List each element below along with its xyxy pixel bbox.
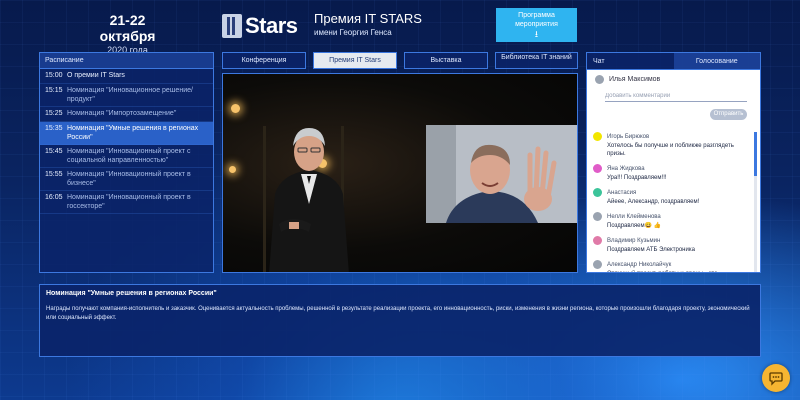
message-author: Анастасия [593, 188, 750, 197]
avatar [593, 260, 602, 269]
author-name: Владимир Кузьмин [607, 237, 661, 244]
schedule-item[interactable]: 15:35 Номинация "Умные решения в регионах… [40, 122, 213, 145]
host-figure [263, 126, 349, 272]
schedule-item[interactable]: 15:25 Номинация "Импортозамещение" [40, 107, 213, 122]
tab-voting[interactable]: Голосование [673, 53, 760, 70]
message-text: Хотелось бы получше и побликже разглядет… [607, 143, 734, 157]
author-name: Анастасия [607, 189, 637, 196]
avatar [593, 132, 602, 141]
chat-tabs: Чат Голосование [587, 53, 760, 70]
avatar [593, 188, 602, 197]
download-icon: ⭳ [534, 29, 539, 39]
schedule-title: Номинация "Инновационное решение/ продук… [67, 87, 193, 103]
schedule-item[interactable]: 15:15 Номинация "Инновационное решение/ п… [40, 84, 213, 107]
schedule-time: 15:15 [45, 87, 63, 94]
schedule-time: 15:35 [45, 125, 63, 132]
video-player[interactable] [222, 73, 578, 273]
schedule-time: 15:25 [45, 110, 63, 117]
author-name: Александр Николайчук [607, 261, 672, 268]
logo-mark-icon [222, 14, 242, 38]
message-author: Игорь Бирюков [593, 132, 750, 141]
program-download-button[interactable]: Программа мероприятия ⭳ [496, 8, 577, 42]
avatar [593, 212, 602, 221]
remote-participant-video [426, 125, 577, 223]
schedule-item[interactable]: 15:55 Номинация "Инновационный проект в б… [40, 168, 213, 191]
chat-bubble-icon [769, 372, 783, 386]
schedule-time: 16:05 [45, 194, 63, 201]
chat-message: Яна Жидкова Ура!!! Поздравляем!!! [587, 160, 750, 184]
chat-message: Анастасия Айеее, Александр, поздравляем! [587, 184, 750, 208]
schedule-panel: Расписание 15:00 О премии IT Stars 15:15 Но… [39, 52, 214, 273]
tab-exhibition[interactable]: Выставка [404, 52, 488, 69]
schedule-time: 15:45 [45, 148, 63, 155]
scrollbar-thumb[interactable] [754, 132, 757, 176]
schedule-time: 15:00 [45, 72, 63, 79]
avatar [595, 75, 604, 84]
comment-composer: Илья Максимов Отправить [587, 70, 760, 128]
schedule-title: Номинация "Импортозамещение" [67, 110, 177, 117]
current-user-name: Илья Максимов [609, 76, 661, 83]
tab-conference[interactable]: Конференция [222, 52, 306, 69]
schedule-title: Номинация "Инновационный проект с социал… [67, 148, 191, 164]
it-stars-logo: Stars [222, 10, 308, 42]
chat-message: Владимир Кузьмин Поздравляем АТБ Электрон… [587, 232, 750, 256]
schedule-time: 15:55 [45, 171, 63, 178]
message-text: Отличный проект, роботы и дроны - это [607, 270, 750, 272]
avatar [593, 164, 602, 173]
chat-message: Нелли Клейменова Поздравляем😀 👍 [587, 208, 750, 232]
author-name: Нелли Клейменова [607, 213, 661, 220]
message-text: Айеее, Александр, поздравляем! [607, 199, 700, 205]
comment-input[interactable] [605, 91, 747, 102]
schedule-item[interactable]: 15:00 О премии IT Stars [40, 69, 213, 84]
message-author: Владимир Кузьмин [593, 236, 750, 245]
message-author: Александр Николайчук [593, 260, 750, 269]
video-stage [223, 74, 577, 272]
schedule-title: Номинация "Инновационный проект в госсек… [67, 194, 191, 210]
current-user: Илья Максимов [595, 75, 660, 84]
tab-label: Выставка [430, 57, 462, 64]
tab-it-stars-prize[interactable]: Премия IT Stars [313, 52, 397, 69]
schedule-list: 15:00 О премии IT Stars 15:15 Номинация "Ин… [40, 69, 213, 214]
send-button[interactable]: Отправить [710, 109, 747, 120]
message-text: Поздравляем АТБ Электроника [607, 247, 695, 253]
schedule-heading: Расписание [40, 53, 213, 69]
schedule-item[interactable]: 16:05 Номинация "Инновационный проект в г… [40, 191, 213, 214]
message-author: Нелли Клейменова [593, 212, 750, 221]
tab-label: Премия IT Stars [329, 57, 381, 64]
tab-label: Конференция [241, 57, 287, 64]
tab-it-library[interactable]: Библиотека IT знаний [495, 52, 578, 69]
chat-message: Игорь Бирюков Хотелось бы получше и побли… [587, 128, 750, 160]
chat-message: Александр Николайчук Отличный проект, роб… [587, 256, 750, 272]
support-chat-button[interactable] [762, 364, 790, 392]
logo-text: Stars [245, 13, 298, 38]
program-button-label: Программа мероприятия [515, 12, 558, 28]
page-subtitle: имени Георгия Генса [314, 28, 392, 37]
author-name: Игорь Бирюков [607, 133, 650, 140]
tab-label: Библиотека IT знаний [501, 54, 572, 61]
schedule-item[interactable]: 15:45 Номинация "Инновационный проект с с… [40, 145, 213, 168]
avatar [593, 236, 602, 245]
nomination-description: Номинация "Умные решения в регионах Росс… [39, 284, 761, 357]
tab-chat[interactable]: Чат [587, 53, 674, 70]
chat-panel: Чат Голосование Илья Максимов Отправить … [586, 52, 761, 273]
author-name: Яна Жидкова [607, 165, 645, 172]
chat-messages[interactable]: Игорь Бирюков Хотелось бы получше и побли… [587, 128, 760, 272]
date-text: 21-22 октября [99, 12, 156, 44]
schedule-title: О премии IT Stars [67, 72, 125, 79]
description-text: Награды получают компания-исполнитель и … [46, 306, 750, 321]
participant-figure [426, 125, 577, 223]
schedule-title: Номинация "Умные решения в регионах Росс… [67, 125, 199, 141]
page-title: Премия IT STARS [314, 11, 422, 26]
message-author: Яна Жидкова [593, 164, 750, 173]
message-text: Поздравляем😀 👍 [607, 223, 662, 229]
message-text: Ура!!! Поздравляем!!! [607, 175, 667, 181]
description-title: Номинация "Умные решения в регионах Росс… [46, 290, 217, 297]
schedule-title: Номинация "Инновационный проект в бизнес… [67, 171, 191, 187]
event-date: 21-22 октября 2020 года [80, 12, 175, 55]
